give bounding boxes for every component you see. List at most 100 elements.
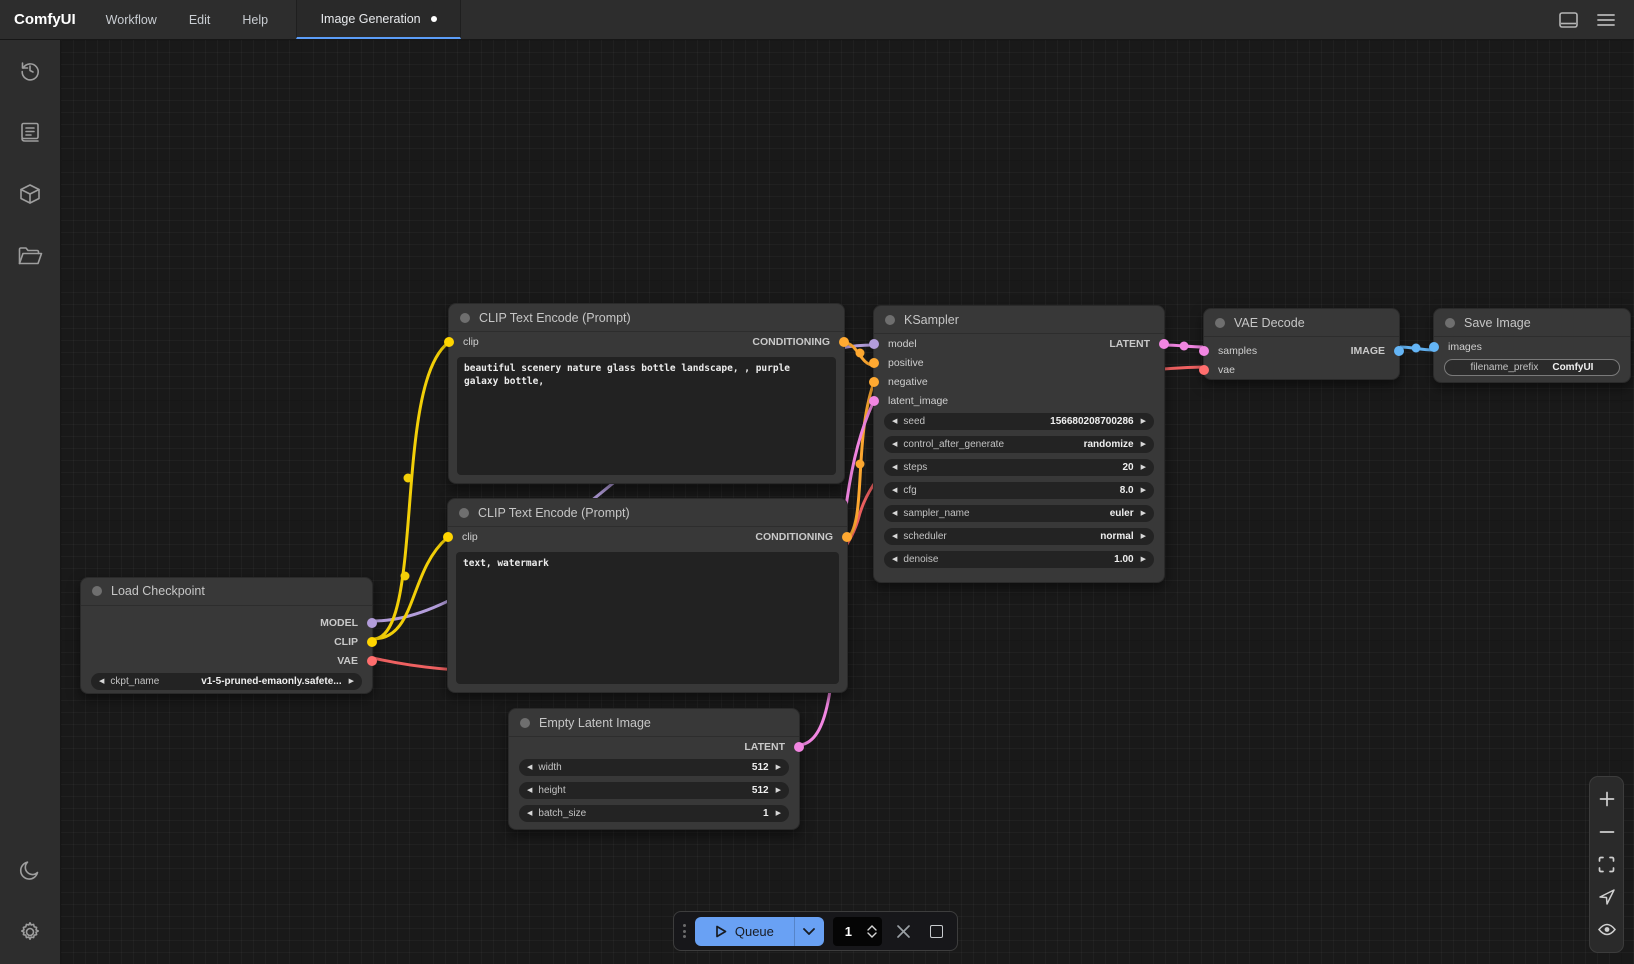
collapse-dot-icon[interactable] xyxy=(460,313,470,323)
node-clip-text-encode-negative[interactable]: CLIP Text Encode (Prompt) clip CONDITION… xyxy=(447,498,848,693)
decrement-arrow-icon[interactable]: ◀ xyxy=(892,441,897,448)
increment-arrow-icon[interactable]: ▶ xyxy=(1141,510,1146,517)
settings-gear-icon[interactable] xyxy=(8,910,52,954)
widget-filename-prefix[interactable]: filename_prefix ComfyUI xyxy=(1444,359,1620,376)
increment-arrow-icon[interactable]: ▶ xyxy=(1141,556,1146,563)
output-dot-vae[interactable] xyxy=(367,656,377,666)
stop-icon[interactable] xyxy=(924,919,948,943)
widget-control-after-generate[interactable]: ◀ control_after_generate randomize ▶ xyxy=(884,436,1154,453)
increment-arrow-icon[interactable]: ▶ xyxy=(1141,464,1146,471)
decrement-arrow-icon[interactable]: ◀ xyxy=(892,556,897,563)
increment-arrow-icon[interactable]: ▶ xyxy=(1141,533,1146,540)
node-ksampler[interactable]: KSampler model LATENT positive negative … xyxy=(873,305,1165,583)
node-graph-canvas[interactable] xyxy=(61,40,1634,964)
prompt-textarea[interactable]: beautiful scenery nature glass bottle la… xyxy=(457,357,836,475)
widget-seed[interactable]: ◀ seed 156680208700286 ▶ xyxy=(884,413,1154,430)
hamburger-menu-icon[interactable] xyxy=(1592,6,1620,34)
decrement-arrow-icon[interactable]: ◀ xyxy=(892,418,897,425)
output-dot-clip[interactable] xyxy=(367,637,377,647)
decrement-arrow-icon[interactable]: ◀ xyxy=(527,764,532,771)
templates-cube-icon[interactable] xyxy=(8,172,52,216)
widget-steps[interactable]: ◀ steps 20 ▶ xyxy=(884,459,1154,476)
decrement-arrow-icon[interactable]: ◀ xyxy=(892,464,897,471)
node-header[interactable]: Save Image xyxy=(1434,309,1630,337)
node-empty-latent-image[interactable]: Empty Latent Image LATENT ◀ width 512 ▶ … xyxy=(508,708,800,830)
queue-options-dropdown[interactable] xyxy=(794,917,824,946)
clear-queue-icon[interactable] xyxy=(891,919,915,943)
input-dot-images[interactable] xyxy=(1429,342,1439,352)
select-pointer-icon[interactable] xyxy=(1595,885,1619,909)
output-dot-image[interactable] xyxy=(1394,346,1404,356)
queue-run-button[interactable]: Queue xyxy=(695,917,824,946)
input-dot-negative[interactable] xyxy=(869,377,879,387)
node-header[interactable]: KSampler xyxy=(874,306,1164,334)
input-dot-clip[interactable] xyxy=(444,337,454,347)
node-header[interactable]: CLIP Text Encode (Prompt) xyxy=(448,499,847,527)
node-header[interactable]: CLIP Text Encode (Prompt) xyxy=(449,304,844,332)
widget-cfg[interactable]: ◀ cfg 8.0 ▶ xyxy=(884,482,1154,499)
bottom-panel-icon[interactable] xyxy=(1554,6,1582,34)
menu-help[interactable]: Help xyxy=(226,0,284,39)
node-clip-text-encode-positive[interactable]: CLIP Text Encode (Prompt) clip CONDITION… xyxy=(448,303,845,484)
widget-denoise[interactable]: ◀ denoise 1.00 ▶ xyxy=(884,551,1154,568)
decrement-arrow-icon[interactable]: ◀ xyxy=(527,810,532,817)
widget-scheduler[interactable]: ◀ scheduler normal ▶ xyxy=(884,528,1154,545)
collapse-dot-icon[interactable] xyxy=(520,718,530,728)
node-header[interactable]: VAE Decode xyxy=(1204,309,1399,337)
output-dot-conditioning[interactable] xyxy=(839,337,849,347)
widget-sampler-name[interactable]: ◀ sampler_name euler ▶ xyxy=(884,505,1154,522)
decrement-arrow-icon[interactable]: ◀ xyxy=(892,510,897,517)
output-dot-model[interactable] xyxy=(367,618,377,628)
output-dot-latent[interactable] xyxy=(1159,339,1169,349)
increment-arrow-icon[interactable]: ▶ xyxy=(776,787,781,794)
collapse-dot-icon[interactable] xyxy=(92,586,102,596)
fit-view-icon[interactable] xyxy=(1595,852,1619,876)
prompt-textarea[interactable]: text, watermark xyxy=(456,552,839,684)
node-save-image[interactable]: Save Image images filename_prefix ComfyU… xyxy=(1433,308,1631,383)
increment-arrow-icon[interactable]: ▶ xyxy=(1141,487,1146,494)
input-dot-samples[interactable] xyxy=(1199,346,1209,356)
decrement-arrow-icon[interactable]: ◀ xyxy=(892,487,897,494)
input-dot-clip[interactable] xyxy=(443,532,453,542)
toggle-visibility-eye-icon[interactable] xyxy=(1595,918,1619,942)
output-dot-conditioning[interactable] xyxy=(842,532,852,542)
widget-height[interactable]: ◀ height 512 ▶ xyxy=(519,782,789,799)
widget-width[interactable]: ◀ width 512 ▶ xyxy=(519,759,789,776)
node-library-icon[interactable] xyxy=(8,110,52,154)
increment-arrow-icon[interactable]: ▶ xyxy=(1141,418,1146,425)
input-dot-positive[interactable] xyxy=(869,358,879,368)
stepper-up-icon[interactable] xyxy=(867,925,877,931)
widget-ckpt-name[interactable]: ◀ ckpt_name v1-5-pruned-emaonly.safete..… xyxy=(91,673,362,690)
tab-image-generation[interactable]: Image Generation xyxy=(296,0,461,39)
increment-arrow-icon[interactable]: ▶ xyxy=(349,678,354,685)
drag-handle[interactable] xyxy=(683,924,686,938)
menu-edit[interactable]: Edit xyxy=(173,0,227,39)
decrement-arrow-icon[interactable]: ◀ xyxy=(892,533,897,540)
increment-arrow-icon[interactable]: ▶ xyxy=(1141,441,1146,448)
batch-count-input[interactable]: 1 xyxy=(833,917,883,946)
collapse-dot-icon[interactable] xyxy=(459,508,469,518)
input-dot-latent-image[interactable] xyxy=(869,396,879,406)
collapse-dot-icon[interactable] xyxy=(885,315,895,325)
increment-arrow-icon[interactable]: ▶ xyxy=(776,810,781,817)
decrement-arrow-icon[interactable]: ◀ xyxy=(527,787,532,794)
input-dot-model[interactable] xyxy=(869,339,879,349)
node-vae-decode[interactable]: VAE Decode samples IMAGE vae xyxy=(1203,308,1400,380)
menu-workflow[interactable]: Workflow xyxy=(90,0,173,39)
node-header[interactable]: Empty Latent Image xyxy=(509,709,799,737)
decrement-arrow-icon[interactable]: ◀ xyxy=(99,678,104,685)
output-dot-latent[interactable] xyxy=(794,742,804,752)
input-dot-vae[interactable] xyxy=(1199,365,1209,375)
stepper-down-icon[interactable] xyxy=(867,932,877,938)
zoom-in-icon[interactable] xyxy=(1595,787,1619,811)
theme-moon-icon[interactable] xyxy=(8,848,52,892)
zoom-out-icon[interactable] xyxy=(1595,820,1619,844)
node-load-checkpoint[interactable]: Load Checkpoint MODEL CLIP VAE ◀ ckpt_na… xyxy=(80,577,373,694)
collapse-dot-icon[interactable] xyxy=(1215,318,1225,328)
collapse-dot-icon[interactable] xyxy=(1445,318,1455,328)
widget-batch-size[interactable]: ◀ batch_size 1 ▶ xyxy=(519,805,789,822)
node-header[interactable]: Load Checkpoint xyxy=(81,578,372,606)
workflows-folder-icon[interactable] xyxy=(8,234,52,278)
increment-arrow-icon[interactable]: ▶ xyxy=(776,764,781,771)
history-icon[interactable] xyxy=(8,48,52,92)
